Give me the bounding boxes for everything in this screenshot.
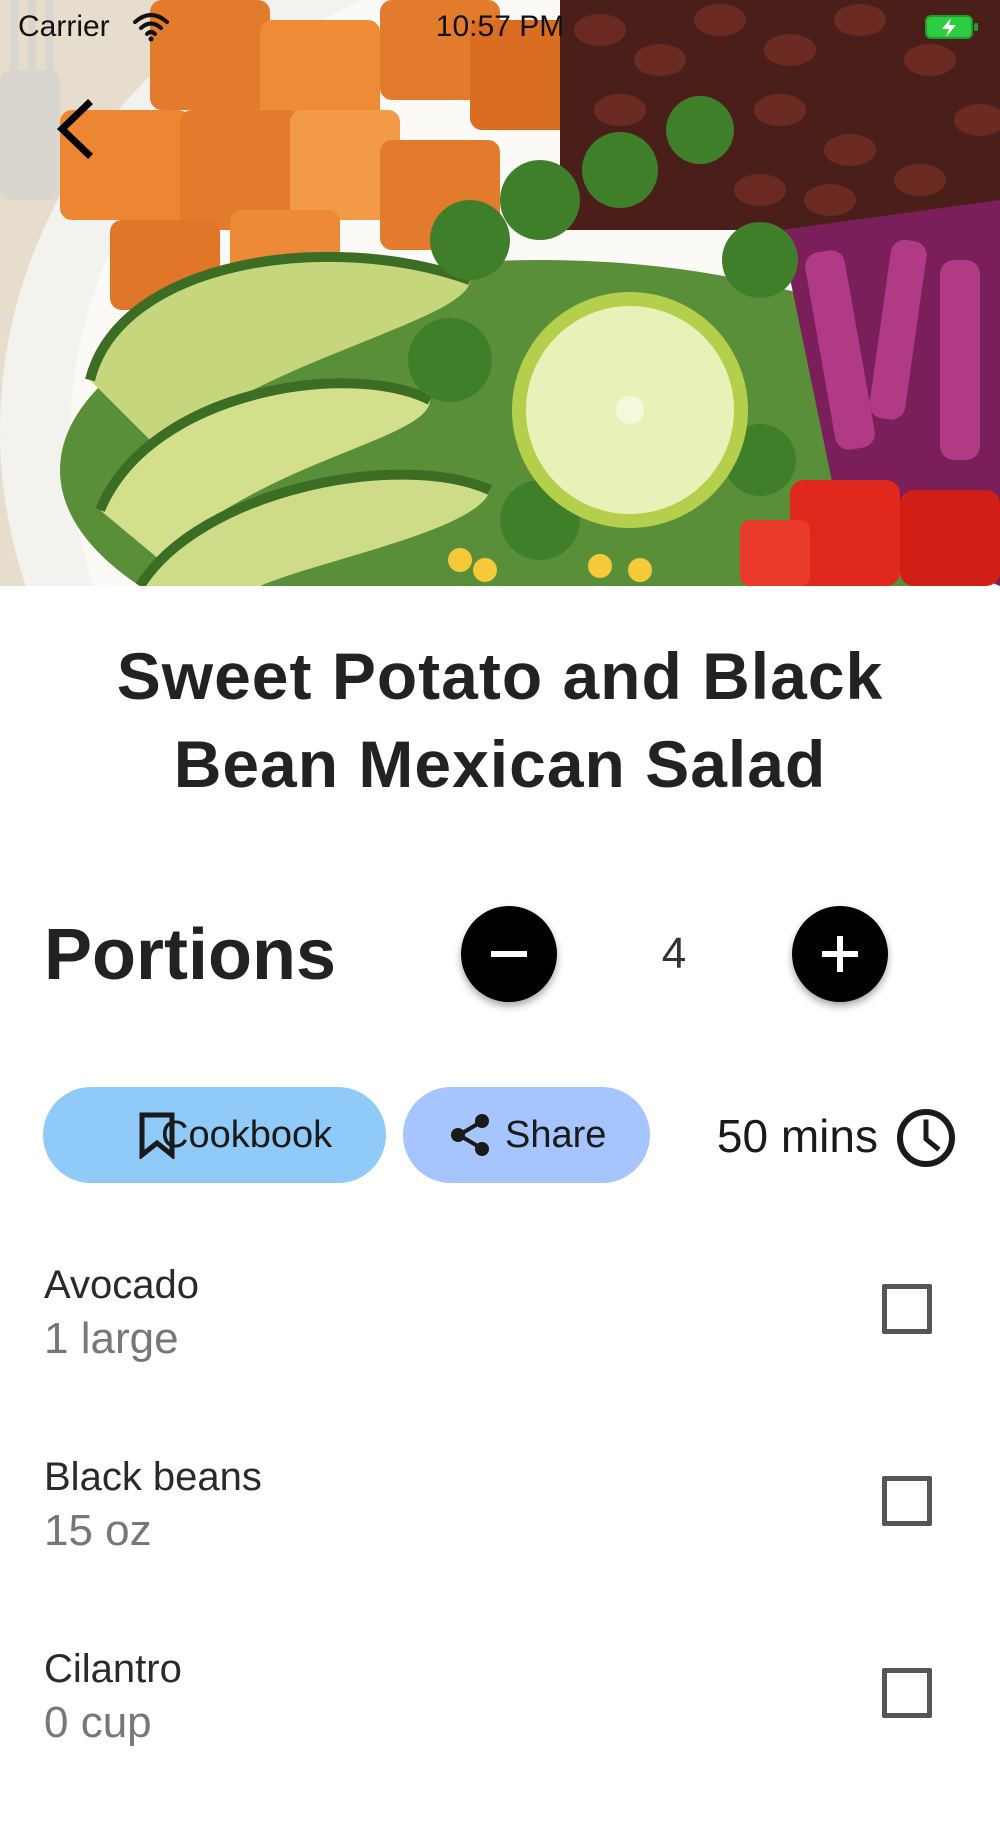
status-bar: Carrier 10:57 PM bbox=[0, 0, 1000, 56]
portion-count: 4 bbox=[661, 929, 687, 978]
cookbook-button[interactable]: Cookbook bbox=[43, 1087, 386, 1183]
minus-icon bbox=[491, 951, 527, 957]
recipe-hero-image bbox=[0, 0, 1000, 586]
ingredient-quantity: 0 cup bbox=[44, 1698, 152, 1747]
ingredient-quantity: 1 large bbox=[44, 1314, 179, 1363]
ingredient-name: Cilantro bbox=[44, 1647, 182, 1691]
recipe-title: Sweet Potato and Black Bean Mexican Sala… bbox=[40, 632, 960, 808]
ingredient-row: Black beans 15 oz bbox=[0, 1438, 1000, 1630]
portions-label: Portions bbox=[44, 915, 337, 995]
ingredient-name: Avocado bbox=[44, 1263, 199, 1307]
cookbook-label: Cookbook bbox=[161, 1114, 333, 1156]
share-label: Share bbox=[505, 1114, 607, 1156]
plus-icon bbox=[822, 936, 858, 972]
ingredient-row: Avocado 1 large bbox=[0, 1246, 1000, 1438]
recipe-title-line-1: Sweet Potato and Black bbox=[116, 639, 884, 713]
ingredient-quantity: 15 oz bbox=[44, 1506, 152, 1555]
ingredient-checkbox[interactable] bbox=[882, 1476, 932, 1526]
ingredient-checkbox[interactable] bbox=[882, 1668, 932, 1718]
share-button[interactable]: Share bbox=[403, 1087, 650, 1183]
recipe-title-line-2: Bean Mexican Salad bbox=[173, 727, 827, 801]
clock-icon bbox=[894, 1106, 958, 1175]
salad-photo bbox=[0, 0, 1000, 586]
cook-time: 50 mins bbox=[716, 1110, 878, 1162]
ingredient-name: Black beans bbox=[44, 1455, 262, 1499]
ingredient-row: Cilantro 0 cup bbox=[0, 1630, 1000, 1822]
ingredient-checkbox[interactable] bbox=[882, 1284, 932, 1334]
chevron-left-icon bbox=[56, 99, 93, 159]
back-button[interactable] bbox=[50, 94, 106, 164]
ingredient-list: Avocado 1 large Black beans 15 oz Cilant… bbox=[0, 1246, 1000, 1822]
decrease-portions-button[interactable] bbox=[461, 906, 557, 1002]
status-time: 10:57 PM bbox=[435, 10, 565, 43]
share-icon bbox=[449, 1113, 491, 1162]
increase-portions-button[interactable] bbox=[792, 906, 888, 1002]
battery-charging-icon bbox=[924, 12, 980, 47]
